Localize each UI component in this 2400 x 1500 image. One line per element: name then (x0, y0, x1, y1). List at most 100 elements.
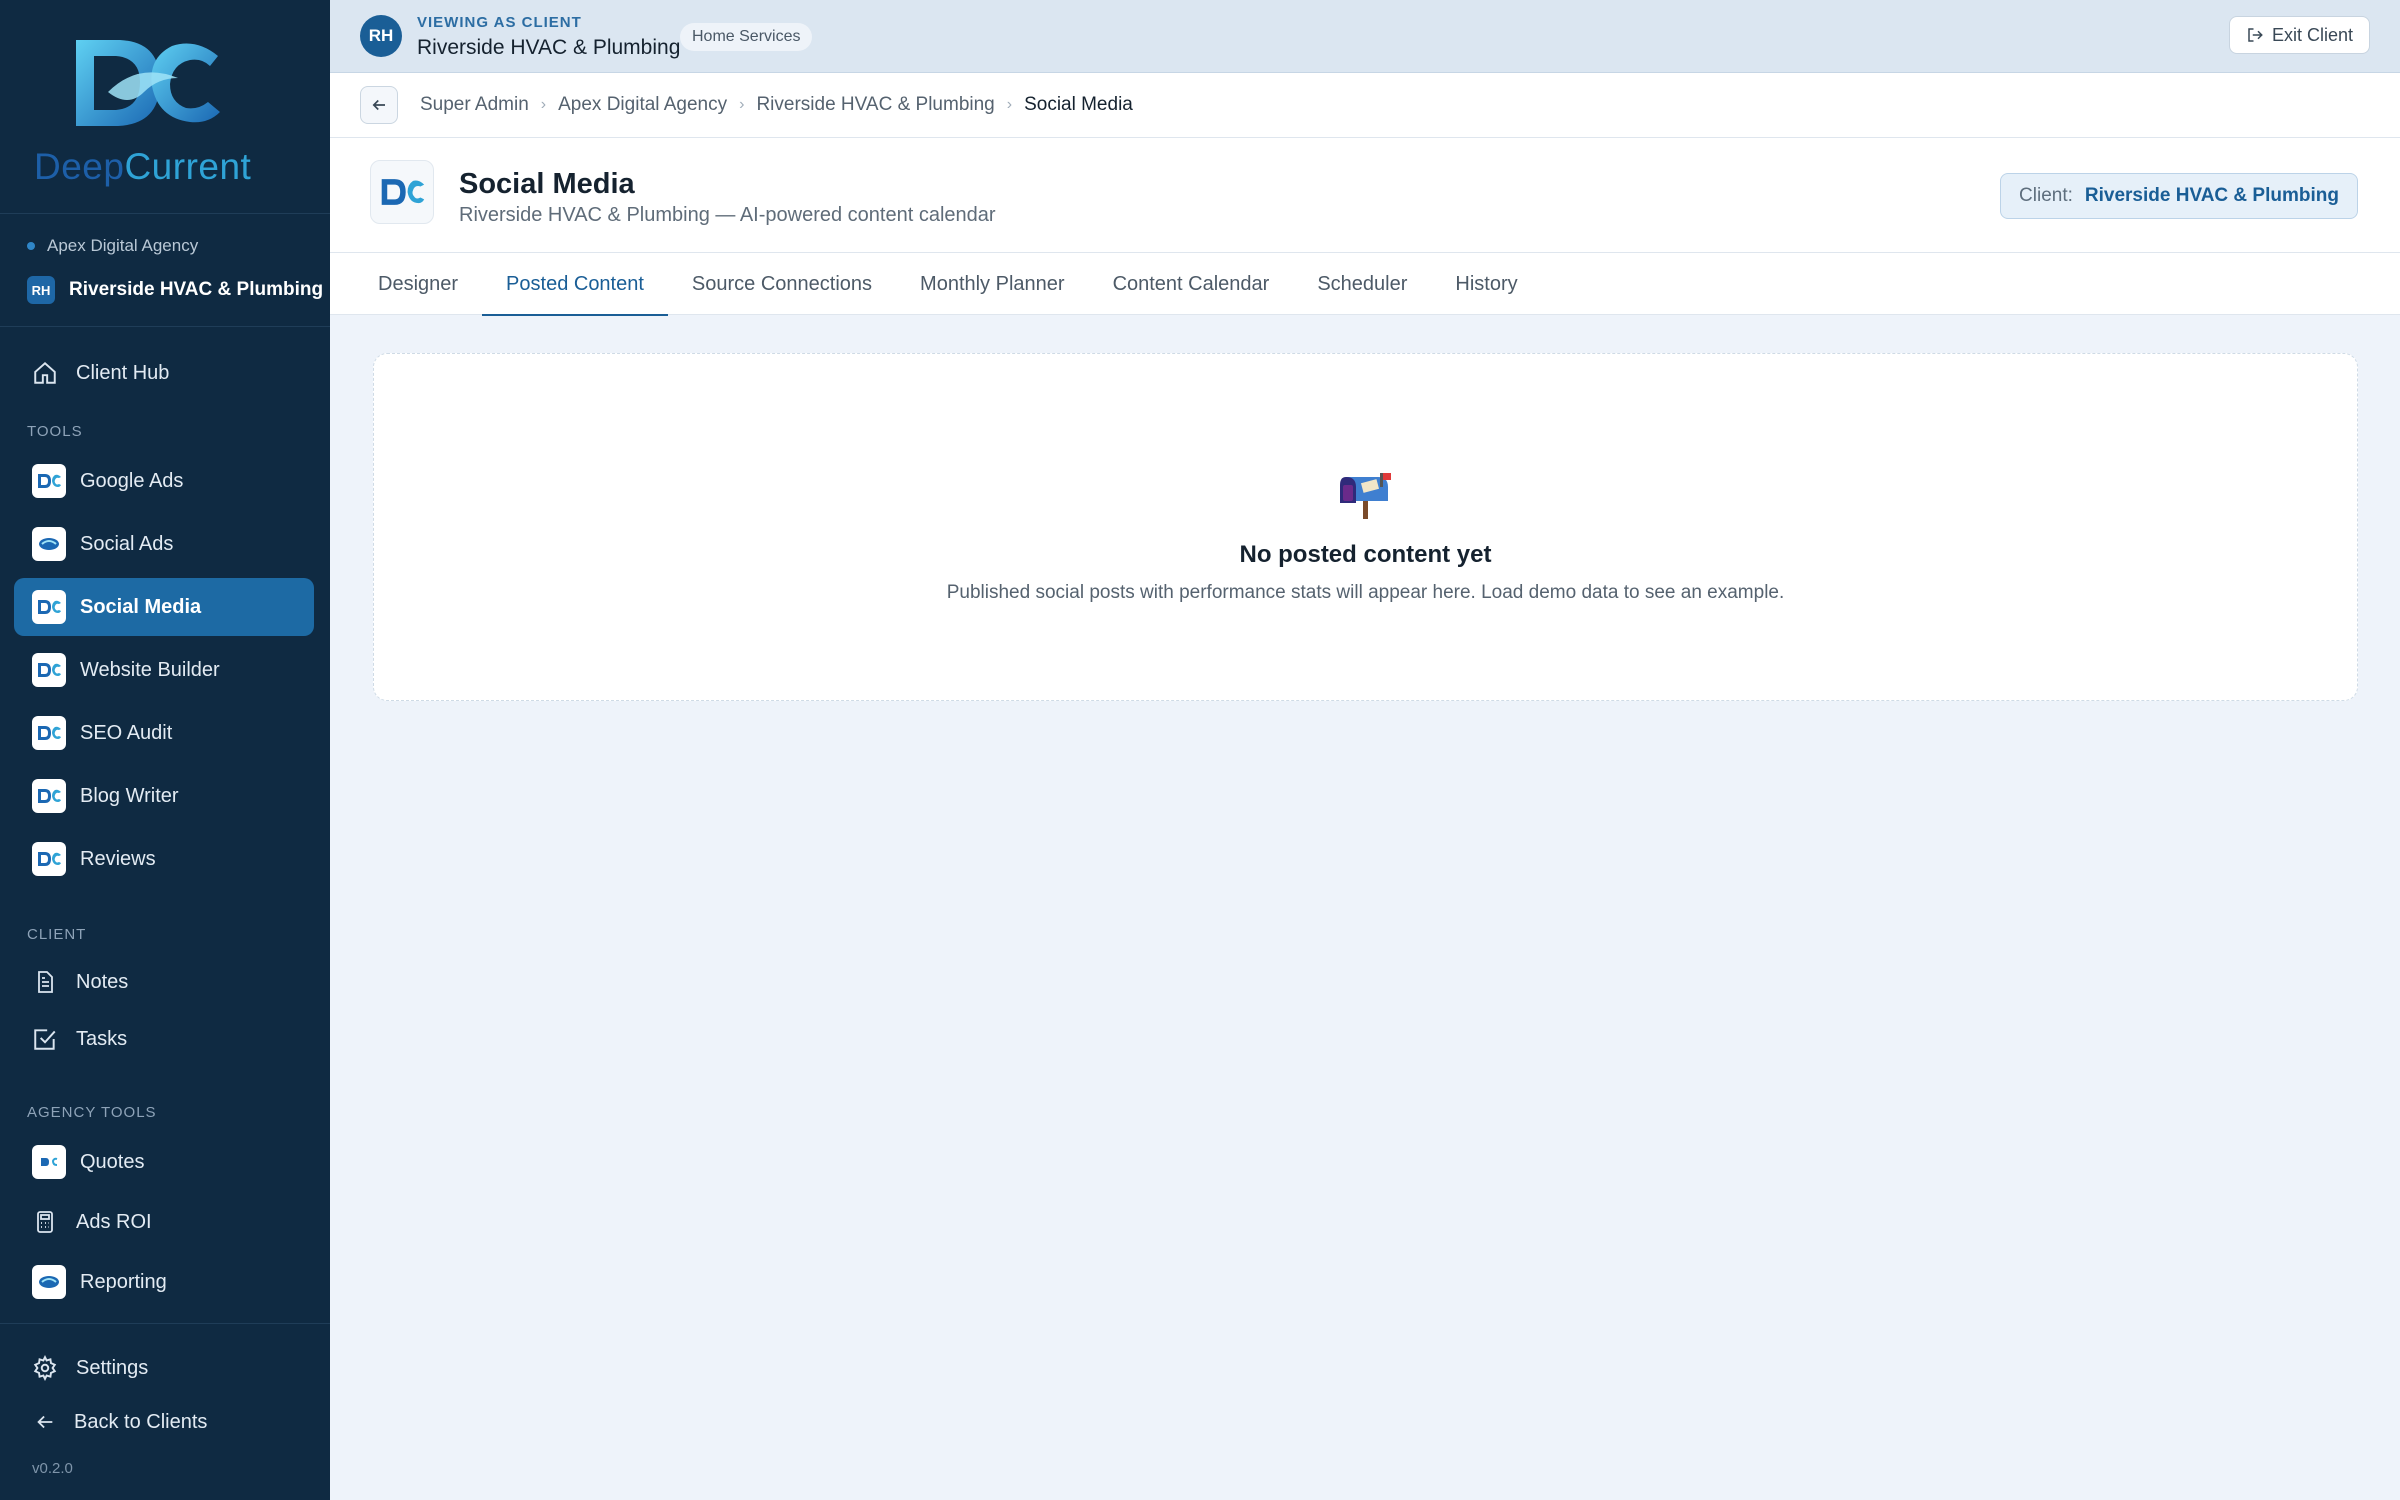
section-label-tools: TOOLS (27, 423, 83, 440)
breadcrumb-item-super-admin[interactable]: Super Admin (420, 94, 529, 116)
tab-monthly-planner[interactable]: Monthly Planner (920, 253, 1065, 315)
exit-client-label: Exit Client (2271, 24, 2353, 45)
dc-logo-icon (32, 779, 66, 813)
back-button[interactable] (360, 86, 398, 124)
sidebar-item-label: Reviews (80, 847, 156, 870)
tab-content-calendar[interactable]: Content Calendar (1113, 253, 1270, 315)
status-dot-icon (27, 242, 35, 250)
dc-logo-icon (32, 1145, 66, 1179)
document-icon (30, 967, 60, 997)
sidebar-item-reporting[interactable]: Reporting (14, 1253, 314, 1311)
sidebar-item-blog-writer[interactable]: Blog Writer (14, 767, 314, 825)
viewing-as-client-label: VIEWING AS CLIENT (417, 14, 582, 31)
arrow-left-icon (30, 1407, 60, 1437)
back-to-clients-link[interactable]: Back to Clients (14, 1393, 314, 1451)
sidebar-item-ads-roi[interactable]: Ads ROI (14, 1193, 314, 1251)
checkbox-icon (30, 1024, 60, 1054)
dc-logo-icon (32, 527, 66, 561)
sidebar-item-tasks[interactable]: Tasks (14, 1010, 314, 1068)
client-name: Riverside HVAC & Plumbing (69, 279, 324, 300)
tab-posted-content[interactable]: Posted Content (482, 253, 668, 316)
page-title: Social Media (459, 168, 635, 200)
breadcrumb-item-current: Social Media (1024, 94, 1133, 115)
sidebar-agency: Apex Digital Agency (27, 236, 198, 256)
client-indicator-value: Riverside HVAC & Plumbing (2084, 185, 2339, 206)
sidebar-item-label: Quotes (80, 1150, 145, 1173)
sidebar-item-settings[interactable]: Settings (14, 1339, 314, 1397)
dc-logo-icon (32, 464, 66, 498)
sidebar-client: RH Riverside HVAC & Plumbing (27, 276, 323, 304)
sidebar-item-label: Notes (76, 970, 129, 993)
breadcrumb: Super Admin › Apex Digital Agency › Rive… (420, 94, 1133, 116)
sidebar-item-label: Social Ads (80, 532, 174, 555)
client-indicator: Client: Riverside HVAC & Plumbing (2000, 173, 2358, 219)
arrow-left-icon (372, 99, 385, 111)
dc-logo-icon (32, 716, 66, 750)
tab-source-connections[interactable]: Source Connections (692, 253, 872, 315)
divider (0, 326, 330, 327)
client-view-banner: RH VIEWING AS CLIENT Riverside HVAC & Pl… (330, 0, 2400, 73)
section-label-client: CLIENT (27, 926, 87, 943)
sidebar-item-google-ads[interactable]: Google Ads (14, 452, 314, 510)
dc-logo-icon (32, 842, 66, 876)
page-header: Social Media Riverside HVAC & Plumbing —… (330, 138, 2400, 253)
page-subtitle: Riverside HVAC & Plumbing — AI-powered c… (459, 204, 996, 226)
sidebar-item-social-media[interactable]: Social Media (14, 578, 314, 636)
deepcurrent-logo-icon (76, 40, 220, 126)
empty-state-description: Published social posts with performance … (946, 582, 1785, 603)
sidebar-item-label: Back to Clients (74, 1410, 208, 1433)
chevron-right-icon: › (739, 96, 745, 113)
gear-icon (30, 1353, 60, 1383)
viewing-client-name: Riverside HVAC & Plumbing (417, 36, 681, 59)
section-label-agency-tools: AGENCY TOOLS (27, 1104, 157, 1121)
exit-client-button[interactable]: Exit Client (2228, 16, 2370, 54)
chevron-right-icon: › (540, 96, 547, 113)
tab-history[interactable]: History (1455, 253, 1517, 315)
sidebar-item-label: Ads ROI (76, 1210, 152, 1233)
app-version: v0.2.0 (32, 1460, 73, 1477)
divider (0, 1323, 330, 1324)
calculator-icon (30, 1207, 60, 1237)
breadcrumb-item-client[interactable]: Riverside HVAC & Plumbing (756, 94, 994, 116)
sidebar-item-seo-audit[interactable]: SEO Audit (14, 704, 314, 762)
client-indicator-label: Client: (2019, 185, 2073, 206)
dc-logo-icon (32, 653, 66, 687)
dc-logo-icon (32, 590, 66, 624)
sidebar-item-notes[interactable]: Notes (14, 953, 314, 1011)
breadcrumb-item-agency[interactable]: Apex Digital Agency (558, 94, 727, 116)
empty-state-title: No posted content yet (1239, 541, 1492, 568)
sidebar-item-label: Reporting (80, 1270, 167, 1293)
brand-wordmark: DeepCurrent (34, 146, 251, 188)
chevron-right-icon: › (1006, 96, 1013, 113)
brand-word-deep: Deep (34, 146, 125, 187)
home-icon (30, 358, 60, 388)
tab-scheduler[interactable]: Scheduler (1317, 253, 1407, 315)
sidebar-item-label: Google Ads (80, 469, 184, 492)
sidebar-item-label: Settings (76, 1356, 149, 1379)
industry-badge: Home Services (680, 23, 813, 51)
sidebar-item-quotes[interactable]: Quotes (14, 1133, 314, 1191)
sidebar-item-website-builder[interactable]: Website Builder (14, 641, 314, 699)
sidebar-item-label: Client Hub (76, 361, 170, 384)
agency-name: Apex Digital Agency (47, 236, 199, 255)
sidebar-item-label: SEO Audit (80, 721, 173, 744)
mailbox-icon (1340, 473, 1391, 519)
sidebar-item-label: Tasks (76, 1027, 128, 1050)
empty-state-card: No posted content yet Published social p… (373, 353, 2358, 701)
sidebar-item-client-hub[interactable]: Client Hub (14, 344, 314, 402)
client-avatar: RH (27, 276, 55, 304)
sidebar-item-social-ads[interactable]: Social Ads (14, 515, 314, 573)
tab-designer[interactable]: Designer (378, 253, 458, 315)
dc-logo-icon (32, 1265, 66, 1299)
breadcrumb-bar: Super Admin › Apex Digital Agency › Rive… (330, 73, 2400, 138)
sidebar-item-reviews[interactable]: Reviews (14, 830, 314, 888)
tool-logo-icon (370, 160, 434, 224)
tab-bar: Designer Posted Content Source Connectio… (330, 253, 2400, 316)
sidebar-item-label: Social Media (80, 595, 202, 618)
brand: DeepCurrent (0, 0, 330, 214)
avatar: RH (360, 15, 402, 57)
sidebar-item-label: Website Builder (80, 658, 220, 681)
brand-word-current: Current (124, 146, 252, 187)
sidebar: DeepCurrent Apex Digital Agency RH River… (0, 0, 330, 1500)
sidebar-item-label: Blog Writer (80, 784, 179, 807)
